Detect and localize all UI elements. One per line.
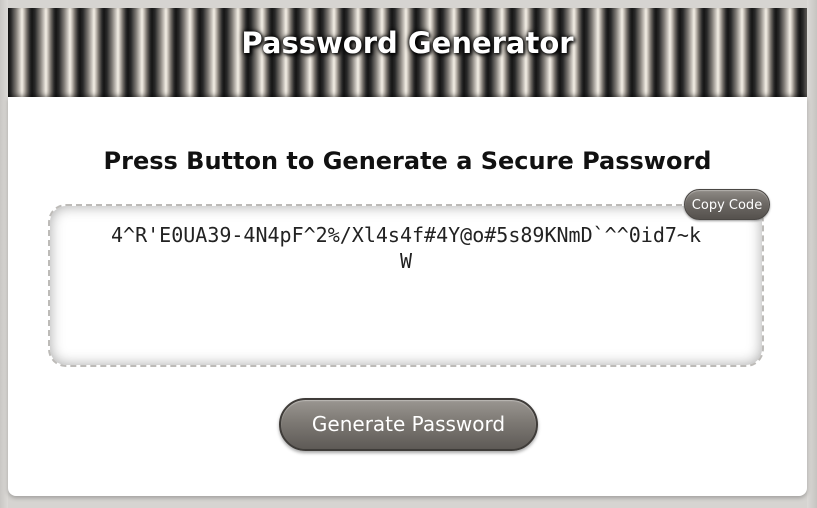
page-title: Password Generator [241,26,574,60]
window-frame-right [807,0,817,508]
generator-card: Press Button to Generate a Secure Passwo… [8,97,807,496]
header-banner: Password Generator [8,8,807,97]
password-text: 4^R'E0UA39-4N4pF^2%/Xl4s4f#4Y@o#5s89KNmD… [110,223,701,273]
password-output-box[interactable]: 4^R'E0UA39-4N4pF^2%/Xl4s4f#4Y@o#5s89KNmD… [48,204,764,367]
generate-password-button[interactable]: Generate Password [279,398,538,451]
copy-code-button[interactable]: Copy Code [684,189,770,220]
window-frame-left [0,0,8,508]
instruction-heading: Press Button to Generate a Secure Passwo… [103,147,712,175]
